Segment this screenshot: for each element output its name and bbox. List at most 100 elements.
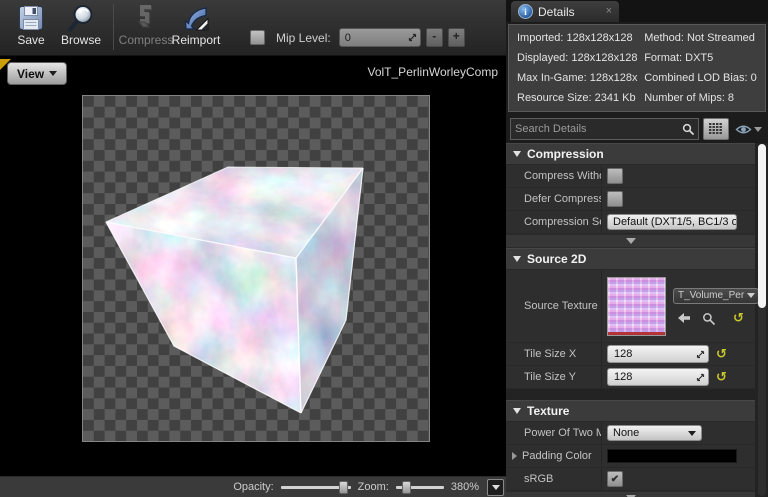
expanded-arrow-icon: [513, 256, 521, 262]
search-field[interactable]: [510, 118, 699, 140]
compress-label: Compress: [118, 33, 174, 47]
property-row-source-texture: Source Texture T_Volume_Per: [506, 270, 759, 343]
property-row-srgb: sRGB: [506, 468, 755, 491]
info-method: Method: Not Streamed: [644, 32, 755, 44]
tile-size-x-spinbox[interactable]: [607, 345, 709, 363]
reimport-icon: [181, 3, 211, 33]
property-row-tile-size-y: Tile Size Y: [506, 366, 755, 389]
tile-size-y-input[interactable]: [608, 370, 682, 384]
property-label: Defer Compress: [524, 193, 601, 205]
details-search-row: [506, 115, 768, 143]
browse-to-asset-icon[interactable]: [702, 312, 715, 325]
mip-plus-button[interactable]: +: [447, 28, 465, 47]
property-label: Power Of Two M: [524, 427, 601, 439]
section-header-texture[interactable]: Texture: [506, 400, 755, 422]
search-input[interactable]: [511, 123, 682, 135]
source-texture-thumbnail[interactable]: [607, 276, 666, 336]
reset-to-default-icon[interactable]: [733, 312, 744, 325]
mip-level-label: Mip Level:: [276, 30, 331, 45]
reset-to-default-icon[interactable]: [716, 348, 727, 361]
expander-strip[interactable]: [506, 234, 755, 248]
info-max-ingame: Max In-Game: 128x128x: [517, 72, 638, 84]
texture-info-summary: Imported: 128x128x128 Method: Not Stream…: [508, 24, 766, 112]
view-menu-label: View: [17, 66, 45, 81]
save-icon: [16, 3, 46, 33]
tab-details-label: Details: [538, 4, 575, 19]
info-num-mips: Number of Mips: 8: [644, 92, 735, 104]
mip-level-checkbox[interactable]: [250, 30, 265, 45]
spinbox-drag-icon: [408, 33, 416, 42]
mip-level-spinbox[interactable]: [338, 28, 421, 47]
section-title: Source 2D: [527, 252, 587, 266]
zoom-label: Zoom:: [357, 481, 389, 493]
property-matrix-button[interactable]: [703, 118, 729, 140]
padding-color-swatch[interactable]: [607, 449, 737, 463]
dropdown-value: Default (DXT1/5, BC1/3 or: [613, 216, 737, 228]
reset-to-default-icon[interactable]: [716, 371, 727, 384]
spinbox-drag-icon: [696, 373, 705, 381]
transparency-checkerboard: [83, 96, 429, 441]
zoom-preset-dropdown-button[interactable]: [487, 478, 504, 496]
texture-editor-panel: Save Browse Compress Reimport Mip Level:…: [0, 0, 506, 497]
property-row-padding-color: Padding Color: [506, 445, 755, 468]
browse-button[interactable]: Browse: [56, 3, 106, 47]
compress-without-alpha-checkbox[interactable]: [607, 168, 623, 184]
opacity-slider[interactable]: [280, 480, 351, 494]
volume-texture-cube-render: [105, 166, 364, 414]
texture-viewport[interactable]: View VolT_PerlinWorleyComp: [0, 56, 506, 476]
opacity-label: Opacity:: [233, 481, 274, 493]
source-texture-asset-dropdown[interactable]: T_Volume_Per: [673, 287, 759, 304]
info-icon: i: [518, 4, 533, 19]
toolbar: Save Browse Compress Reimport Mip Level:…: [0, 0, 506, 56]
property-label: sRGB: [524, 473, 554, 485]
compress-button[interactable]: Compress: [118, 3, 174, 47]
chevron-down-icon: [491, 484, 500, 490]
save-button[interactable]: Save: [6, 3, 56, 47]
zoom-slider-handle[interactable]: [401, 480, 411, 494]
property-label: Tile Size X: [524, 348, 577, 360]
tab-details[interactable]: i Details ×: [511, 1, 619, 22]
info-resource-size: Resource Size: 2341 Kb: [517, 92, 636, 104]
opacity-slider-handle[interactable]: [339, 480, 349, 494]
expander-strip[interactable]: [506, 491, 755, 497]
expanded-arrow-icon: [513, 151, 521, 157]
browse-magnifier-icon: [66, 3, 96, 33]
compression-settings-dropdown[interactable]: Default (DXT1/5, BC1/3 or: [607, 214, 737, 230]
srgb-checkbox[interactable]: [607, 471, 623, 487]
property-label: Compression Se: [524, 216, 601, 228]
mip-minus-button[interactable]: -: [425, 28, 443, 47]
reimport-button[interactable]: Reimport: [171, 3, 221, 47]
zoom-value: 380%: [450, 481, 479, 493]
chevron-down-icon: [754, 126, 762, 132]
section-header-source-2d[interactable]: Source 2D: [506, 248, 755, 270]
details-property-list: Compression Compress Witho Defer Compres…: [506, 143, 768, 497]
property-label: Compress Witho: [524, 170, 601, 182]
power-of-two-mode-dropdown[interactable]: None: [607, 425, 702, 441]
zoom-slider[interactable]: [395, 480, 444, 494]
view-options-button[interactable]: [733, 124, 764, 135]
info-displayed: Displayed: 128x128x128: [517, 52, 638, 64]
eye-icon: [735, 125, 752, 133]
expand-right-icon[interactable]: [512, 452, 517, 460]
info-imported: Imported: 128x128x128: [517, 32, 633, 44]
section-header-compression[interactable]: Compression: [506, 143, 755, 165]
asset-title: VolT_PerlinWorleyComp: [367, 65, 499, 79]
use-selected-asset-button[interactable]: [677, 312, 691, 324]
property-label: Tile Size Y: [524, 371, 576, 383]
defer-compression-checkbox[interactable]: [607, 191, 623, 207]
section-gap: [506, 389, 755, 400]
property-label: Source Texture: [524, 300, 598, 312]
dropdown-value: None: [613, 427, 640, 439]
tile-size-y-spinbox[interactable]: [607, 368, 709, 386]
tile-size-x-input[interactable]: [608, 347, 682, 361]
scrollbar-thumb[interactable]: [758, 144, 766, 308]
spinbox-drag-icon: [696, 350, 705, 358]
close-icon[interactable]: ×: [606, 6, 612, 17]
mip-level-input[interactable]: [339, 30, 405, 45]
browse-label: Browse: [60, 33, 101, 47]
mip-level-controls: Mip Level: - +: [250, 28, 465, 47]
view-menu-button[interactable]: View: [7, 62, 68, 85]
property-row-compression-settings: Compression Se Default (DXT1/5, BC1/3 or: [506, 211, 755, 234]
chevron-down-icon: [747, 293, 756, 298]
expand-more-icon: [625, 238, 636, 244]
